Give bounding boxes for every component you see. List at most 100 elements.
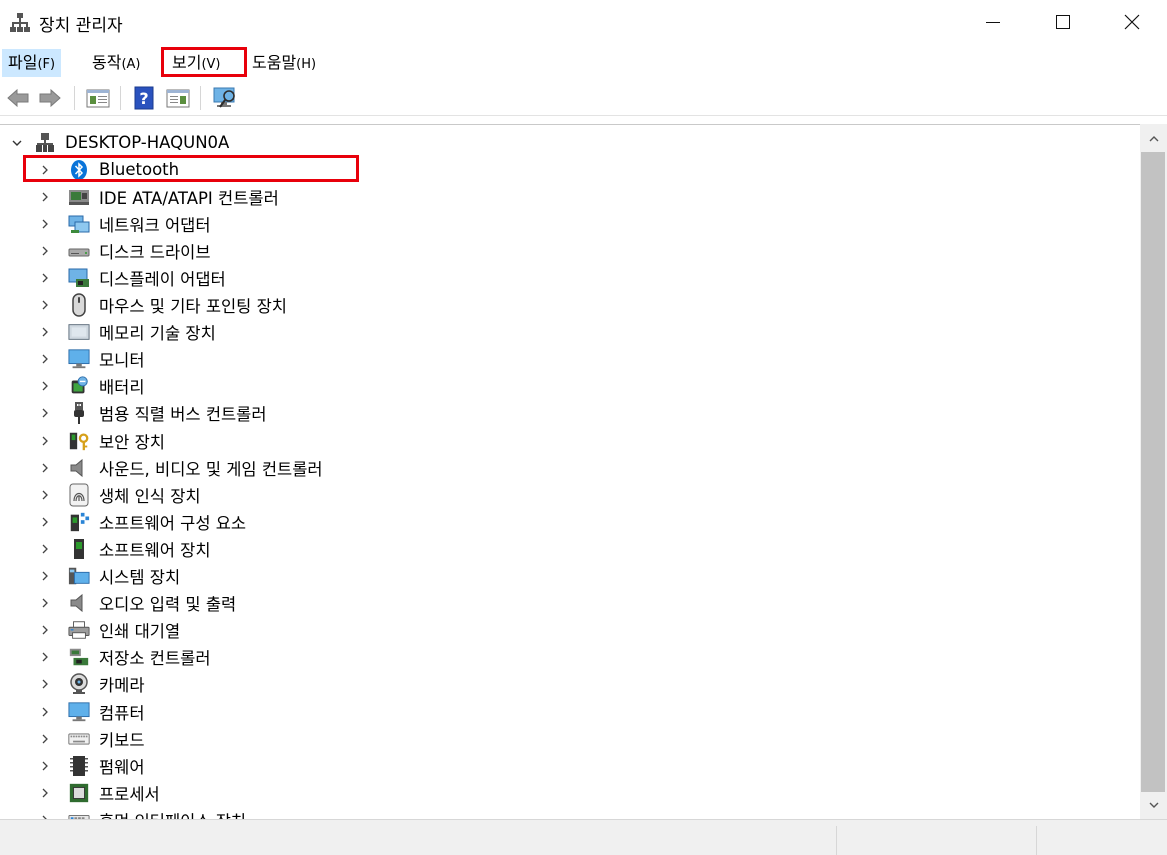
title-bar: 장치 관리자 — [0, 0, 1167, 44]
computer-network-icon — [34, 132, 56, 154]
tree-item-label: 소프트웨어 장치 — [99, 540, 211, 560]
vertical-scrollbar[interactable] — [1140, 124, 1167, 819]
status-divider — [836, 826, 837, 855]
firmware-icon — [68, 755, 90, 777]
menu-file[interactable]: 파일(F) — [2, 49, 62, 77]
audio-io-icon — [68, 592, 90, 614]
chevron-right-icon[interactable] — [38, 623, 52, 637]
toolbar-separator — [74, 86, 75, 110]
forward-button[interactable] — [36, 84, 64, 112]
chevron-right-icon[interactable] — [38, 542, 52, 556]
chevron-right-icon[interactable] — [38, 759, 52, 773]
chevron-down-icon[interactable] — [10, 136, 24, 150]
console-tree-button[interactable] — [84, 84, 112, 112]
chevron-right-icon[interactable] — [38, 515, 52, 529]
chevron-right-icon[interactable] — [38, 406, 52, 420]
tree-item[interactable]: 네트워크 어댑터 — [38, 210, 211, 237]
tree-item[interactable]: 키보드 — [38, 725, 145, 752]
tree-item[interactable]: 소프트웨어 구성 요소 — [38, 508, 246, 535]
system-device-icon — [68, 565, 90, 587]
bluetooth-highlight — [23, 155, 359, 182]
chevron-right-icon[interactable] — [38, 271, 52, 285]
menu-help[interactable]: 도움말(H) — [246, 49, 322, 77]
tree-item[interactable]: 마우스 및 기타 포인팅 장치 — [38, 292, 287, 319]
minimize-button[interactable] — [958, 0, 1028, 44]
tree-item-label: 마우스 및 기타 포인팅 장치 — [99, 297, 287, 316]
chevron-right-icon[interactable] — [38, 190, 52, 204]
close-button[interactable] — [1097, 0, 1167, 44]
tree-item[interactable]: 오디오 입력 및 출력 — [38, 590, 236, 617]
help-button[interactable]: ? — [130, 84, 158, 112]
properties-pane-button[interactable] — [164, 84, 192, 112]
chevron-right-icon[interactable] — [38, 217, 52, 231]
scroll-up-button[interactable] — [1140, 126, 1167, 152]
chevron-right-icon[interactable] — [38, 352, 52, 366]
tree-item[interactable]: IDE ATA/ATAPI 컨트롤러 — [38, 183, 279, 210]
chevron-right-icon[interactable] — [38, 434, 52, 448]
tree-item[interactable]: 사운드, 비디오 및 게임 컨트롤러 — [38, 454, 323, 481]
tree-item[interactable]: 디스크 드라이브 — [38, 237, 211, 264]
properties-pane-icon — [166, 89, 190, 108]
chevron-right-icon[interactable] — [38, 705, 52, 719]
software-component-icon — [68, 511, 90, 533]
scroll-down-button[interactable] — [1140, 792, 1167, 818]
tree-item-label: 시스템 장치 — [99, 568, 181, 587]
ide-controller-icon — [68, 186, 90, 208]
back-button[interactable] — [4, 84, 32, 112]
tree-item-label: 디스플레이 어댑터 — [99, 269, 226, 289]
tree-item[interactable]: 모니터 — [38, 346, 145, 373]
toolbar: ? — [0, 80, 1167, 116]
tree-item[interactable]: 저장소 컨트롤러 — [38, 644, 211, 671]
tree-item[interactable]: 프로세서 — [38, 779, 160, 806]
menu-file-accel: (F) — [37, 57, 56, 72]
chevron-right-icon[interactable] — [38, 325, 52, 339]
chevron-right-icon[interactable] — [38, 461, 52, 475]
show-hide-console-tree-icon — [86, 89, 110, 108]
tree-item-label: 디스크 드라이브 — [99, 242, 211, 262]
tree-item[interactable]: 휴먼 인터페이스 장치 — [38, 806, 246, 819]
tree-item-label: 사운드, 비디오 및 게임 컨트롤러 — [99, 459, 323, 479]
device-tree: DESKTOP-HAQUN0A Bluetooth IDE ATA/ATAPI 컨… — [0, 124, 1140, 819]
tree-item[interactable]: 보안 장치 — [38, 427, 165, 454]
tree-item[interactable]: 디스플레이 어댑터 — [38, 264, 226, 291]
chevron-right-icon[interactable] — [38, 569, 52, 583]
close-icon — [1124, 14, 1140, 30]
tree-item[interactable]: 인쇄 대기열 — [38, 617, 180, 644]
tree-item-label: 키보드 — [99, 730, 145, 750]
security-device-icon — [68, 430, 90, 452]
chevron-right-icon[interactable] — [38, 786, 52, 800]
maximize-button[interactable] — [1028, 0, 1098, 44]
help-icon: ? — [134, 86, 154, 110]
display-adapter-icon — [68, 267, 90, 289]
tree-item-label: 인쇄 대기열 — [99, 622, 181, 642]
scroll-thumb[interactable] — [1141, 152, 1165, 792]
menu-action[interactable]: 동작(A) — [86, 49, 147, 77]
chevron-right-icon[interactable] — [38, 732, 52, 746]
chevron-right-icon[interactable] — [38, 298, 52, 312]
chevron-right-icon[interactable] — [38, 379, 52, 393]
tree-item[interactable]: 소프트웨어 장치 — [38, 535, 211, 562]
tree-item[interactable]: 카메라 — [38, 671, 145, 698]
printer-icon — [68, 619, 90, 641]
tree-item[interactable]: 컴퓨터 — [38, 698, 145, 725]
storage-controller-icon — [68, 646, 90, 668]
tree-item[interactable]: 생체 인식 장치 — [38, 481, 201, 508]
chevron-right-icon[interactable] — [38, 650, 52, 664]
tree-item[interactable]: 시스템 장치 — [38, 563, 180, 590]
chevron-right-icon[interactable] — [38, 677, 52, 691]
software-device-icon — [68, 538, 90, 560]
maximize-icon — [1056, 15, 1070, 29]
tree-item[interactable]: 범용 직렬 버스 컨트롤러 — [38, 400, 267, 427]
chevron-right-icon[interactable] — [38, 596, 52, 610]
tree-item[interactable]: 배터리 — [38, 373, 145, 400]
tree-item[interactable]: 펌웨어 — [38, 752, 145, 779]
tree-item-label: 카메라 — [99, 676, 145, 696]
camera-icon — [68, 673, 90, 695]
tree-root[interactable]: DESKTOP-HAQUN0A — [10, 129, 229, 156]
tree-item[interactable]: 메모리 기술 장치 — [38, 319, 216, 346]
chevron-up-icon — [1149, 136, 1158, 142]
scan-hardware-button[interactable] — [211, 84, 239, 112]
chevron-right-icon[interactable] — [38, 488, 52, 502]
chevron-right-icon[interactable] — [38, 244, 52, 258]
menu-help-label: 도움말 — [252, 53, 297, 72]
